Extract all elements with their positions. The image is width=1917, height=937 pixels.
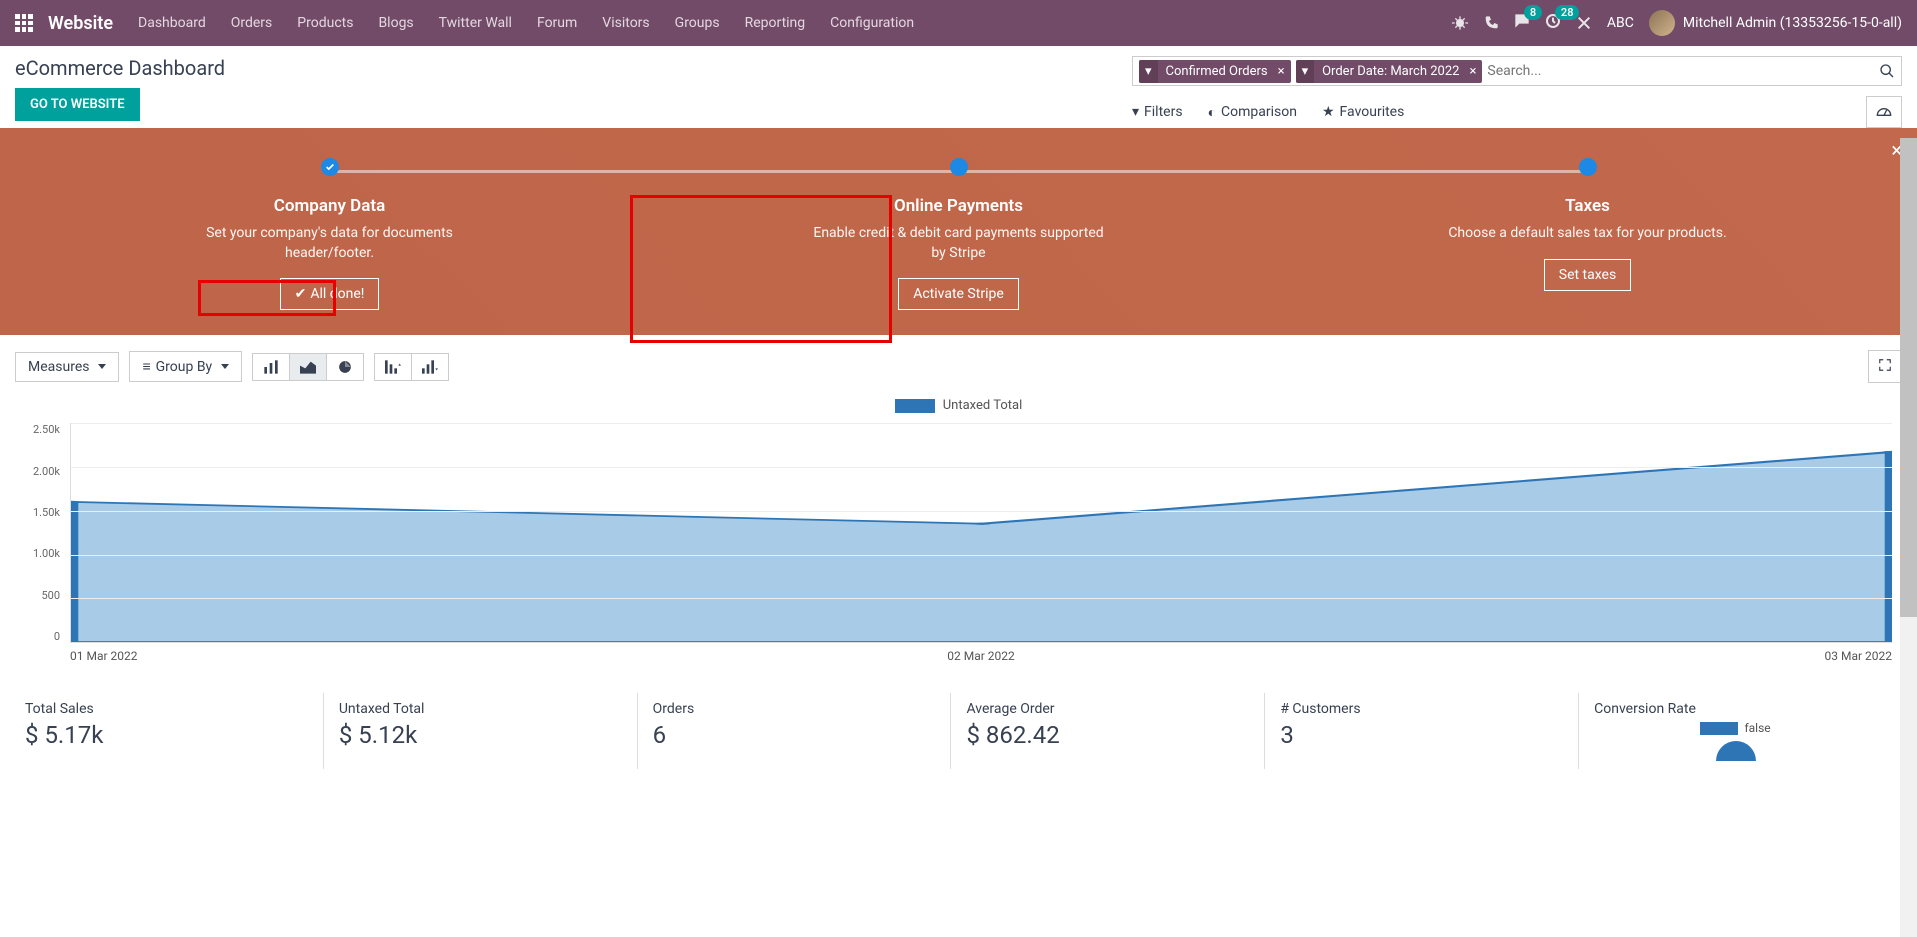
funnel-icon: ▾: [1132, 104, 1139, 120]
star-icon: ★: [1322, 104, 1335, 120]
kpi-customers: # Customers3: [1264, 693, 1578, 769]
search-facet-confirmed: ▾ Confirmed Orders ×: [1139, 60, 1291, 83]
go-to-website-button[interactable]: GO TO WEBSITE: [15, 88, 140, 121]
set-taxes-button[interactable]: Set taxes: [1544, 259, 1631, 291]
search-box[interactable]: ▾ Confirmed Orders × ▾ Order Date: March…: [1132, 56, 1902, 86]
sort-desc-icon[interactable]: [375, 354, 412, 380]
menu-configuration[interactable]: Configuration: [830, 15, 914, 31]
x-axis: 01 Mar 2022 02 Mar 2022 03 Mar 2022: [70, 649, 1892, 663]
messages-icon[interactable]: 8: [1514, 13, 1530, 33]
page-title: eCommerce Dashboard: [15, 56, 225, 80]
onboarding-step-payments: Online Payments Enable credit & debit ca…: [809, 158, 1109, 310]
bar-chart-icon[interactable]: [253, 354, 290, 380]
menu-visitors[interactable]: Visitors: [602, 15, 649, 31]
messages-badge: 8: [1524, 5, 1542, 20]
chevron-down-icon: [221, 364, 229, 369]
remove-facet-icon[interactable]: ×: [1467, 64, 1482, 79]
groupby-icon: ≡: [142, 358, 150, 375]
menu-reporting[interactable]: Reporting: [745, 15, 806, 31]
scrollbar[interactable]: [1900, 138, 1917, 937]
menu-products[interactable]: Products: [297, 15, 353, 31]
comparison-dropdown[interactable]: ◐Comparison: [1208, 104, 1297, 121]
kpi-untaxed-total: Untaxed Total$ 5.12k: [323, 693, 637, 769]
search-facet-date: ▾ Order Date: March 2022 ×: [1296, 60, 1483, 83]
search-icon[interactable]: [1879, 63, 1895, 79]
menu-blogs[interactable]: Blogs: [378, 15, 413, 31]
bug-icon[interactable]: [1452, 15, 1468, 31]
expand-icon[interactable]: [1868, 350, 1902, 383]
filters-dropdown[interactable]: ▾Filters: [1132, 104, 1183, 120]
measures-dropdown[interactable]: Measures: [15, 352, 119, 382]
kpi-average-order: Average Order$ 862.42: [950, 693, 1264, 769]
annotation-box: [198, 280, 336, 316]
phone-icon[interactable]: [1483, 15, 1499, 31]
pie-chart: [1716, 741, 1756, 761]
chevron-down-icon: [98, 364, 106, 369]
filter-icon: ▾: [1296, 60, 1315, 83]
legend-swatch: [1700, 722, 1738, 735]
menu-groups[interactable]: Groups: [675, 15, 720, 31]
menu-forum[interactable]: Forum: [537, 15, 577, 31]
remove-facet-icon[interactable]: ×: [1276, 64, 1291, 79]
search-input[interactable]: [1487, 63, 1879, 79]
apps-menu-icon[interactable]: [15, 14, 33, 32]
onboarding-step-taxes: Taxes Choose a default sales tax for you…: [1438, 158, 1738, 310]
chart-legend: Untaxed Total: [25, 398, 1892, 413]
area-chart-icon[interactable]: [290, 354, 327, 380]
company-name[interactable]: ABC: [1607, 15, 1634, 31]
step-done-icon: [321, 158, 339, 176]
compare-icon: ◐: [1208, 104, 1216, 121]
menu-orders[interactable]: Orders: [231, 15, 273, 31]
kpi-orders: Orders6: [637, 693, 951, 769]
favourites-dropdown[interactable]: ★Favourites: [1322, 104, 1404, 120]
activities-icon[interactable]: 28: [1545, 13, 1561, 33]
kpi-row: Total Sales$ 5.17k Untaxed Total$ 5.12k …: [0, 683, 1917, 779]
app-brand[interactable]: Website: [48, 13, 113, 34]
sort-asc-icon[interactable]: [412, 354, 448, 380]
menu-twitter-wall[interactable]: Twitter Wall: [439, 15, 512, 31]
filter-icon: ▾: [1139, 60, 1158, 83]
step-dot-icon: [950, 158, 968, 176]
user-name: Mitchell Admin (13353256-15-0-all): [1683, 15, 1902, 31]
kpi-total-sales: Total Sales$ 5.17k: [25, 693, 323, 769]
legend-swatch: [895, 399, 935, 413]
kpi-conversion-rate: Conversion Rate false: [1578, 693, 1892, 769]
groupby-dropdown[interactable]: ≡Group By: [129, 351, 242, 382]
main-menu: Dashboard Orders Products Blogs Twitter …: [138, 15, 1452, 31]
dashboard-view-icon[interactable]: [1866, 96, 1902, 128]
avatar: [1649, 10, 1675, 36]
x-icon[interactable]: [1576, 15, 1592, 31]
pie-chart-icon[interactable]: [327, 354, 363, 380]
user-menu[interactable]: Mitchell Admin (13353256-15-0-all): [1649, 10, 1902, 36]
activate-stripe-button[interactable]: Activate Stripe: [898, 278, 1019, 310]
step-dot-icon: [1579, 158, 1597, 176]
y-axis: 2.50k 2.00k 1.50k 1.00k 500 0: [25, 423, 70, 643]
menu-dashboard[interactable]: Dashboard: [138, 15, 206, 31]
chart-plot: [70, 423, 1892, 643]
